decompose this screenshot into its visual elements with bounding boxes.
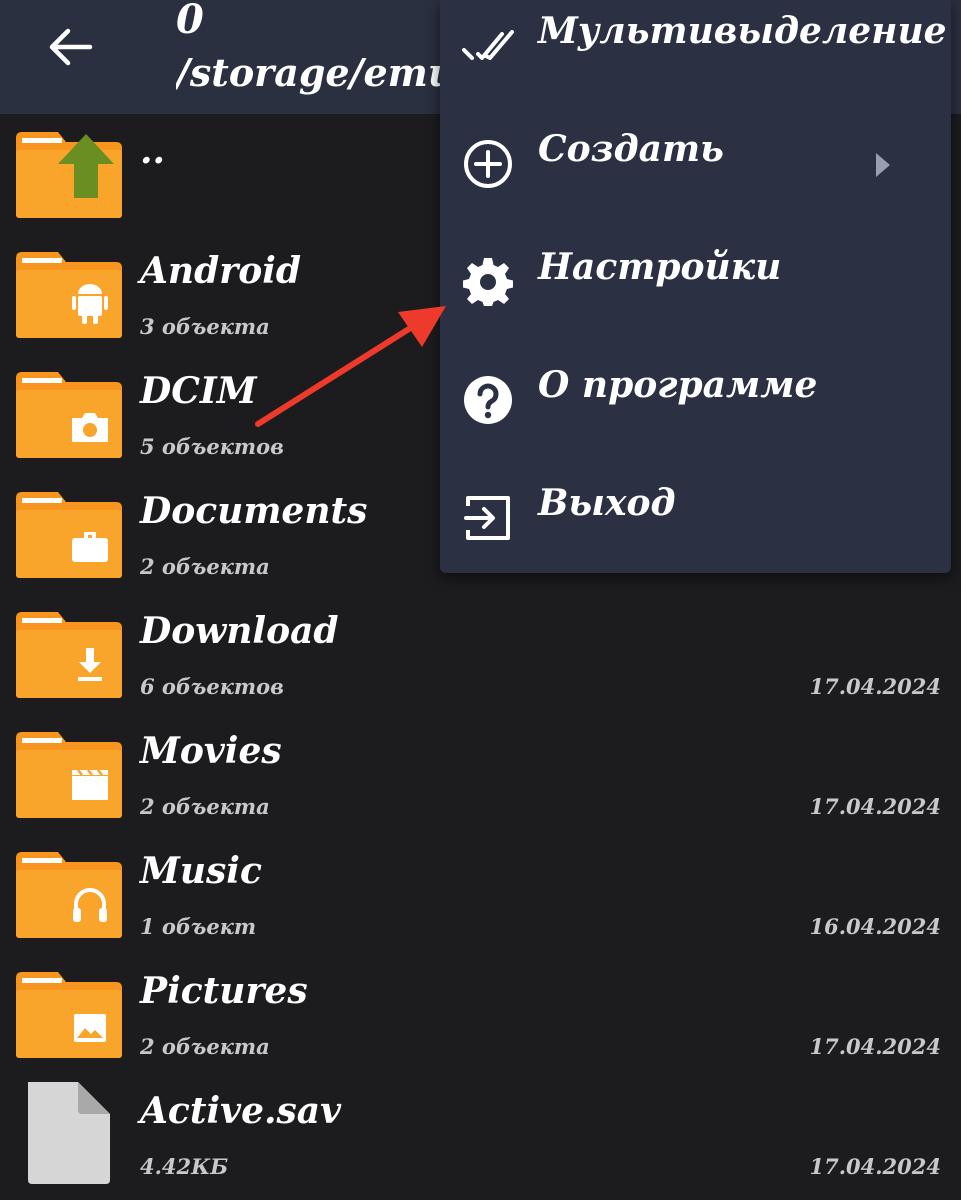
file-name: Documents bbox=[140, 490, 368, 532]
chevron-right-icon bbox=[876, 153, 890, 177]
menu-item-settings[interactable]: Настройки bbox=[440, 222, 951, 340]
file-count: 5 объектов bbox=[140, 434, 284, 459]
list-item-movies[interactable]: Movies 2 объекта 17.04.2024 bbox=[0, 714, 961, 834]
file-count: 2 объекта bbox=[140, 1034, 270, 1059]
file-count: 2 объекта bbox=[140, 554, 270, 579]
arrow-left-icon bbox=[49, 28, 93, 66]
list-item-download[interactable]: Download 6 объектов 17.04.2024 bbox=[0, 594, 961, 714]
menu-item-about[interactable]: О программе bbox=[440, 340, 951, 458]
menu-item-create[interactable]: Создать bbox=[440, 104, 951, 222]
folder-count: 0 bbox=[176, 0, 204, 43]
folder-headphones-icon bbox=[16, 852, 122, 938]
folder-android-icon bbox=[16, 252, 122, 338]
file-date: 16.04.2024 bbox=[809, 914, 941, 939]
folder-up-icon bbox=[16, 132, 122, 218]
file-name: DCIM bbox=[140, 370, 257, 412]
menu-item-label: Настройки bbox=[538, 246, 782, 288]
file-date: 17.04.2024 bbox=[809, 1034, 941, 1059]
file-name: .. bbox=[140, 130, 166, 172]
list-item-pictures[interactable]: Pictures 2 объекта 17.04.2024 bbox=[0, 954, 961, 1074]
folder-camera-icon bbox=[16, 372, 122, 458]
file-size: 4.42КБ bbox=[140, 1154, 229, 1179]
file-name: Download bbox=[140, 610, 339, 652]
back-button[interactable] bbox=[40, 22, 100, 72]
double-check-icon bbox=[462, 30, 514, 60]
menu-item-label: О программе bbox=[538, 364, 818, 406]
file-icon bbox=[28, 1082, 110, 1184]
list-item-music[interactable]: Music 1 объект 16.04.2024 bbox=[0, 834, 961, 954]
file-name: Music bbox=[140, 850, 262, 892]
folder-clapper-icon bbox=[16, 732, 122, 818]
file-count: 2 объекта bbox=[140, 794, 270, 819]
file-name: Android bbox=[140, 250, 302, 292]
file-count: 3 объекта bbox=[140, 314, 270, 339]
help-circle-icon bbox=[464, 376, 512, 424]
gear-icon bbox=[463, 258, 513, 306]
file-date: 17.04.2024 bbox=[809, 1154, 941, 1179]
file-name: Movies bbox=[140, 730, 282, 772]
file-count: 6 объектов bbox=[140, 674, 284, 699]
file-count: 1 объект bbox=[140, 914, 257, 939]
folder-briefcase-icon bbox=[16, 492, 122, 578]
folder-download-icon bbox=[16, 612, 122, 698]
current-path: /storage/emulated/0 bbox=[176, 50, 446, 95]
list-item-active-sav[interactable]: Active.sav 4.42КБ 17.04.2024 bbox=[0, 1074, 961, 1194]
file-name: Pictures bbox=[140, 970, 308, 1012]
file-date: 17.04.2024 bbox=[809, 674, 941, 699]
menu-item-multiselect[interactable]: Мультивыделение bbox=[440, 0, 951, 104]
folder-image-icon bbox=[16, 972, 122, 1058]
file-date: 17.04.2024 bbox=[809, 794, 941, 819]
overflow-menu: Мультивыделение Создать Настройки О прог… bbox=[440, 0, 951, 573]
plus-circle-icon bbox=[464, 140, 512, 188]
file-name: Active.sav bbox=[140, 1090, 342, 1132]
menu-item-label: Мультивыделение bbox=[538, 10, 947, 52]
menu-item-label: Создать bbox=[538, 128, 724, 170]
menu-item-label: Выход bbox=[538, 482, 676, 524]
exit-icon bbox=[464, 496, 510, 540]
menu-item-exit[interactable]: Выход bbox=[440, 458, 951, 576]
